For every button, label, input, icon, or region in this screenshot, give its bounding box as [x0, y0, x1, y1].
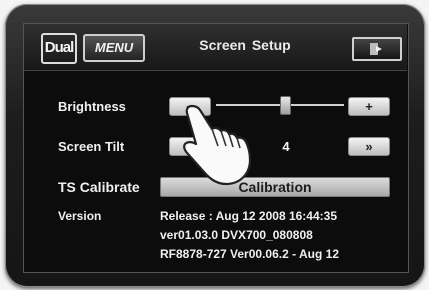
page-title: Screen Setup: [199, 37, 291, 53]
pointing-hand-icon: [183, 104, 252, 186]
exit-button[interactable]: [352, 37, 402, 61]
version-label: Version: [58, 209, 102, 223]
menu-button[interactable]: MENU: [83, 34, 145, 62]
version-line-rf: RF8878-727 Ver00.06.2 - Aug 12: [160, 247, 339, 261]
brightness-increase-button[interactable]: +: [348, 97, 390, 116]
brand-logo: Dual: [41, 33, 77, 64]
brightness-slider-thumb[interactable]: [280, 96, 291, 115]
tilt-right-button[interactable]: »: [348, 137, 390, 156]
screen-tilt-label: Screen Tilt: [58, 139, 125, 154]
version-line-firmware: ver01.03.0 DVX700_080808: [160, 228, 313, 242]
version-line-release: Release : Aug 12 2008 16:44:35: [160, 209, 337, 223]
ts-calibrate-label: TS Calibrate: [58, 179, 140, 195]
exit-icon: [370, 43, 382, 55]
tilt-value: 4: [282, 139, 290, 154]
brightness-label: Brightness: [58, 99, 126, 114]
